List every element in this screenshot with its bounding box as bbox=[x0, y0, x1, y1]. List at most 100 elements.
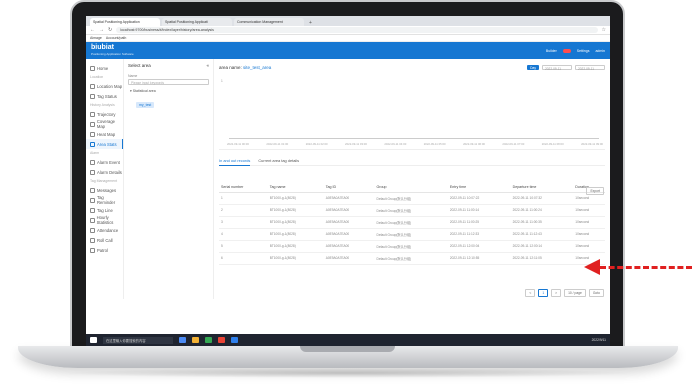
table-cell: BT1000-g-1(8028) bbox=[267, 252, 324, 265]
browser-tab[interactable]: Spatial Positioning Application bbox=[90, 18, 160, 26]
windows-start-icon[interactable] bbox=[90, 337, 97, 343]
collapse-icon[interactable]: « bbox=[206, 63, 209, 68]
red-arrow-line bbox=[600, 266, 692, 269]
sidebar-item[interactable]: Trajectory bbox=[86, 109, 123, 119]
table-header: Serial number Tag name Tag ID Group Entry ti… bbox=[219, 182, 605, 193]
x-tick-label: 2022-09-11 00:00 bbox=[227, 142, 249, 146]
forward-icon[interactable]: → bbox=[99, 27, 104, 33]
area-search-input[interactable]: Please input keywords bbox=[128, 79, 209, 85]
sidebar-item[interactable]: Alarm Event bbox=[86, 157, 123, 167]
menu-icon bbox=[90, 237, 95, 243]
header-link[interactable]: Builder bbox=[546, 49, 557, 53]
browser-tab[interactable]: Spatial Positioning Applicati bbox=[162, 18, 232, 26]
column-header[interactable]: Serial number bbox=[219, 182, 268, 193]
area-name: area name: site_test_area bbox=[219, 65, 271, 70]
new-tab-button[interactable]: + bbox=[306, 20, 315, 26]
sidebar-item-label: Roll Call bbox=[97, 237, 113, 243]
sidebar-item[interactable]: Alarm Details bbox=[86, 167, 123, 177]
sidebar-item-label: Alarm Details bbox=[97, 169, 122, 175]
day-button[interactable]: Day bbox=[527, 65, 539, 70]
sidebar-item[interactable]: Coverage Map bbox=[86, 119, 123, 129]
tree-label: Name bbox=[128, 74, 138, 78]
x-tick-label: 2022-09-11 04:00 bbox=[384, 142, 407, 146]
header-link[interactable]: Settings bbox=[577, 49, 590, 53]
menu-icon bbox=[90, 131, 95, 137]
menu-icon bbox=[90, 217, 95, 223]
pager-item[interactable]: > bbox=[551, 289, 562, 297]
sidebar-item-label: Tag Line bbox=[97, 207, 113, 213]
table-row[interactable]: 5 BT1000-g-1(8028) A0E9A0A7EA00 Default Gro… bbox=[219, 240, 605, 253]
pager-item[interactable]: 10 / page bbox=[564, 289, 586, 297]
sidebar-item-label: Tag Status bbox=[97, 93, 117, 99]
url-input[interactable]: localhost:9700/business/#/index/layer/hi… bbox=[116, 27, 598, 33]
sidebar-item-label: Heat Map bbox=[97, 131, 116, 137]
x-tick-label: 2022-09-11 05:00 bbox=[423, 142, 446, 146]
tab-in-out-records[interactable]: In and out records bbox=[219, 156, 251, 166]
table-row[interactable]: 1 BT1000-g-1(8028) A0E9A0A7EA00 Default Gro… bbox=[219, 192, 605, 205]
tab-current-area-tags[interactable]: Current area tag details bbox=[258, 156, 299, 166]
app-logo: biubiat Positioning Application Software bbox=[91, 44, 134, 58]
sidebar-item[interactable]: Tag Line bbox=[86, 205, 123, 215]
table-row[interactable]: 3 BT1000-g-1(8028) A0E9A0A7EA00 Default Gro… bbox=[219, 216, 605, 229]
pager-item[interactable]: < bbox=[525, 289, 536, 297]
date-to-input[interactable]: 2022-09-11 bbox=[575, 65, 605, 71]
table-cell: 10second bbox=[573, 216, 605, 229]
table-row[interactable]: 6 BT1000-g-1(8028) A0E9A0A7EA00 Default Gro… bbox=[219, 252, 605, 265]
address-bar: ← → ↻ localhost:9700/business/#/index/la… bbox=[86, 26, 610, 35]
date-from-input[interactable]: 2022-09-11 bbox=[542, 65, 572, 71]
table-cell: Default Group(默认分组) bbox=[374, 216, 448, 229]
y-tick: 1 bbox=[221, 79, 223, 83]
sidebar-item[interactable]: Hourly Statistics bbox=[86, 215, 123, 225]
red-arrow-head bbox=[584, 259, 600, 275]
bookmark-item[interactable]: Account/path bbox=[106, 36, 126, 40]
pager-item[interactable]: 1 bbox=[538, 289, 549, 297]
table-cell: 2022-09-11 11:12:43 bbox=[510, 228, 574, 241]
tree-node[interactable]: ▾ Statistical area bbox=[130, 89, 209, 93]
sidebar-item[interactable]: Tag Reminder bbox=[86, 195, 123, 205]
table-cell: BT1000-g-1(8028) bbox=[267, 240, 324, 253]
main-area: Home Location Location Map Tag Status Histor… bbox=[86, 59, 610, 299]
column-header[interactable]: Tag name bbox=[267, 182, 324, 193]
back-icon[interactable]: ← bbox=[90, 27, 95, 33]
sidebar-item[interactable]: Area Stats bbox=[86, 139, 123, 149]
taskbar-search[interactable]: 在这里输入你要搜索的内容 bbox=[103, 336, 173, 344]
reload-icon[interactable]: ↻ bbox=[108, 27, 112, 33]
sidebar-item[interactable]: Attendance bbox=[86, 225, 123, 235]
sidebar-item[interactable]: Tag Status bbox=[86, 91, 123, 101]
user-menu[interactable]: admin bbox=[595, 49, 605, 53]
table-row[interactable]: 4 BT1000-g-1(8028) A0E9A0A7EA00 Default Gro… bbox=[219, 228, 605, 241]
record-tabs: In and out records Current area tag deta… bbox=[219, 156, 605, 166]
column-header[interactable]: Group bbox=[374, 182, 448, 193]
content-header: area name: site_test_area Day 2022-09-11… bbox=[219, 63, 605, 72]
tree-leaf[interactable]: my_test bbox=[136, 102, 155, 108]
sidebar-item[interactable]: Heat Map bbox=[86, 129, 123, 139]
column-header[interactable]: Tag ID bbox=[323, 182, 375, 193]
column-header[interactable]: Departure time bbox=[510, 182, 574, 193]
export-button[interactable]: Export bbox=[586, 187, 604, 195]
column-header[interactable]: Entry time bbox=[447, 182, 511, 193]
notification-badge[interactable] bbox=[562, 48, 571, 53]
taskbar-app-icon[interactable] bbox=[218, 337, 225, 343]
sidebar-item[interactable]: Messages bbox=[86, 185, 123, 195]
table-cell: 2022-09-11 12:00:04 bbox=[447, 240, 511, 253]
sidebar-item[interactable]: Roll Call bbox=[86, 235, 123, 245]
sidebar-item[interactable]: Patrol bbox=[86, 245, 123, 255]
browser-tab[interactable]: Communication Management bbox=[234, 18, 304, 26]
table-row[interactable]: 2 BT1000-g-1(8028) A0E9A0A7EA00 Default Gro… bbox=[219, 204, 605, 217]
sidebar-item[interactable]: Home bbox=[86, 63, 123, 73]
table-cell: 10second bbox=[573, 228, 605, 241]
bookmark-item[interactable]: Aimage bbox=[90, 36, 102, 40]
taskbar-app-icon[interactable] bbox=[179, 337, 186, 343]
star-icon[interactable]: ☆ bbox=[602, 27, 606, 33]
clock[interactable]: 2022/9/11 bbox=[592, 338, 606, 342]
logo-subtitle: Positioning Application Software bbox=[91, 51, 134, 56]
records-table: Serial number Tag name Tag ID Group Entry ti… bbox=[219, 182, 605, 265]
taskbar-app-icon[interactable] bbox=[192, 337, 199, 343]
table-cell: A0E9A0A7EA00 bbox=[323, 252, 375, 265]
sidebar-item[interactable]: Location Map bbox=[86, 81, 123, 91]
pager-item[interactable]: Goto bbox=[588, 289, 604, 297]
table-cell: Default Group(默认分组) bbox=[374, 252, 448, 265]
table-cell: 2022-09-11 11:00:24 bbox=[510, 204, 574, 217]
taskbar-app-icon[interactable] bbox=[205, 337, 212, 343]
taskbar-app-icon[interactable] bbox=[231, 337, 238, 343]
